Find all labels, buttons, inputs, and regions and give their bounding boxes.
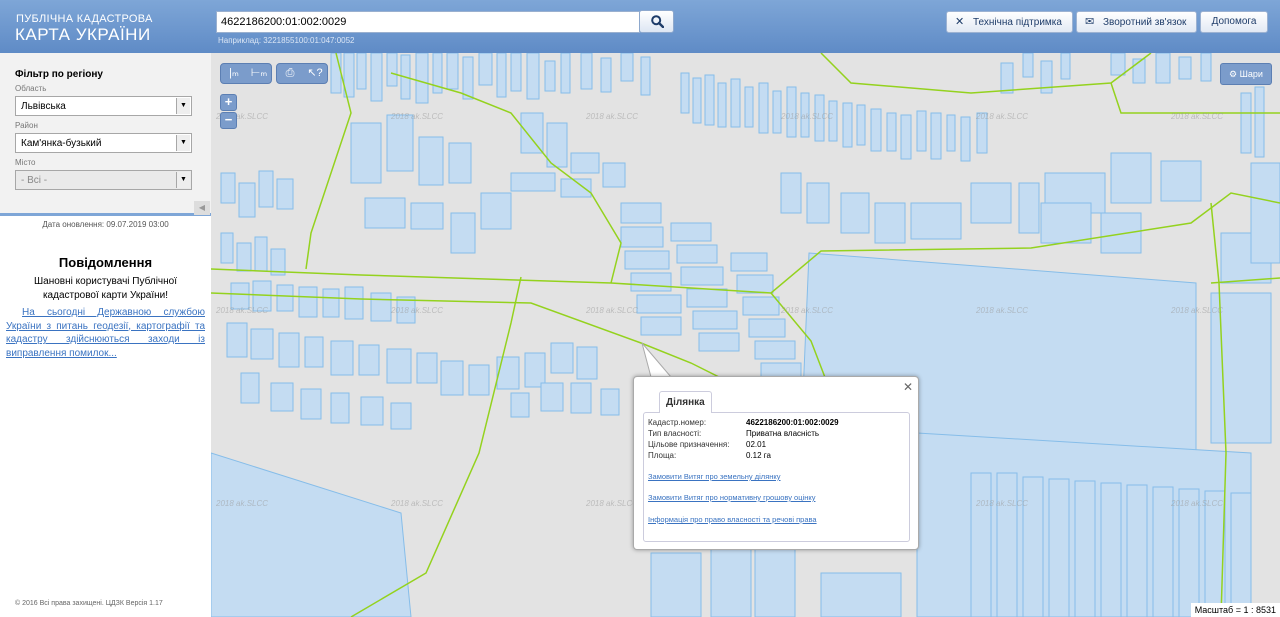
notice-link[interactable]: На сьогодні Державною службою України з …	[6, 306, 205, 360]
logo-line1[interactable]: ПУБЛІЧНА КАДАСТРОВА	[16, 13, 153, 25]
cadastral-number-row: Кадастр.номер: 4622186200:01:002:0029	[648, 418, 839, 427]
region-select[interactable]: Львівська ▼	[15, 96, 192, 116]
chevron-down-icon: ▼	[176, 135, 190, 151]
chevron-down-icon: ▼	[176, 98, 190, 114]
tools-toolbar: ⎙ ↖?	[276, 63, 328, 84]
district-label: Район	[15, 121, 38, 130]
sidebar: Фільтр по регіону Область Львівська ▼ Ра…	[0, 53, 211, 617]
map-watermark: 2018 ak.SLCC	[390, 499, 443, 508]
header: ПУБЛІЧНА КАДАСТРОВА КАРТА УКРАЇНИ Наприк…	[0, 0, 1280, 53]
parcel-info-popup: ✕ Ділянка Кадастр.номер: 4622186200:01:00…	[633, 376, 919, 550]
region-label: Область	[15, 84, 47, 93]
ownership-info-link[interactable]: Інформація про право власності та речові…	[648, 515, 817, 524]
field-value: Приватна власність	[746, 429, 820, 438]
measure-toolbar: |ₘ ⊢ₘ	[220, 63, 272, 84]
city-value: - Всі -	[21, 175, 48, 186]
popup-body: Кадастр.номер: 4622186200:01:002:0029 Тип…	[643, 412, 910, 542]
order-extract-link[interactable]: Замовити Витяг про земельну ділянку	[648, 472, 781, 481]
field-value: 02.01	[746, 440, 767, 449]
scale-indicator: Масштаб = 1 : 8531	[1190, 603, 1280, 617]
map-watermark: 2018 ak.SLCC	[975, 499, 1028, 508]
region-filter-panel: Фільтр по регіону Область Львівська ▼ Ра…	[0, 53, 211, 216]
ownership-type-row: Тип власності: Приватна власність	[648, 429, 819, 438]
tools-icon: ✕	[955, 16, 965, 28]
gear-icon: ⚙	[1229, 69, 1238, 79]
notice-greeting: Шановні користувачі Публічної кадастрово…	[34, 276, 177, 301]
support-button[interactable]: ✕ Технічна підтримка	[946, 11, 1073, 33]
filter-title: Фільтр по регіону	[15, 69, 103, 80]
map-watermark: 2018 ak.SLCC	[975, 112, 1028, 121]
district-value: Кам'янка-бузький	[21, 138, 102, 149]
map-watermark: 2018 ak.SLCC	[975, 306, 1028, 315]
region-value: Львівська	[21, 101, 66, 112]
field-key: Тип власності:	[648, 429, 702, 438]
map-view[interactable]: 2018 ak.SLCC 2018 ak.SLCC 2018 ak.SLCC 2018…	[211, 53, 1280, 617]
map-watermark: 2018 ak.SLCC	[215, 499, 268, 508]
copyright: © 2016 Всі права захищені. ЦДЗК Версія 1…	[15, 600, 163, 607]
measure-area-icon[interactable]: ⊢ₘ	[247, 64, 271, 83]
map-watermark: 2018 ak.SLCC	[585, 499, 638, 508]
tab-parcel[interactable]: Ділянка	[659, 391, 712, 413]
update-date: Дата оновлення: 09.07.2019 03:00	[42, 220, 169, 229]
map-watermark: 2018 ak.SLCC	[780, 306, 833, 315]
field-key: Цільове призначення:	[648, 440, 730, 449]
map-watermark: 2018 ak.SLCC	[215, 306, 268, 315]
feedback-button[interactable]: ✉ Зворотний зв'язок	[1076, 11, 1197, 33]
envelope-icon: ✉	[1085, 16, 1095, 28]
map-watermark: 2018 ak.SLCC	[1170, 499, 1223, 508]
zoom-out-button[interactable]: −	[220, 112, 237, 129]
city-label: Місто	[15, 158, 36, 167]
print-icon[interactable]: ⎙	[278, 64, 302, 83]
field-key: Площа:	[648, 451, 677, 460]
map-watermark: 2018 ak.SLCC	[780, 112, 833, 121]
map-watermark: 2018 ak.SLCC	[1170, 306, 1223, 315]
feedback-label: Зворотний зв'язок	[1103, 17, 1187, 28]
popup-pointer	[641, 342, 673, 378]
area-row: Площа: 0.12 га	[648, 451, 771, 460]
field-value: 0.12 га	[746, 451, 771, 460]
measure-distance-icon[interactable]: |ₘ	[222, 64, 246, 83]
district-select[interactable]: Кам'янка-бузький ▼	[15, 133, 192, 153]
order-valuation-link[interactable]: Замовити Витяг про нормативну грошову оц…	[648, 493, 815, 502]
purpose-row: Цільове призначення: 02.01	[648, 440, 766, 449]
identify-cursor-icon[interactable]: ↖?	[303, 64, 327, 83]
collapse-sidebar-button[interactable]: ◀	[194, 201, 210, 215]
support-label: Технічна підтримка	[973, 17, 1062, 28]
layers-button[interactable]: ⚙ Шари	[1220, 63, 1272, 85]
notice-title: Повідомлення	[58, 255, 153, 270]
cadastral-search-input[interactable]	[216, 11, 640, 33]
map-watermark: 2018 ak.SLCC	[390, 112, 443, 121]
search-hint: Наприклад: 3221855100:01:047:0052	[218, 36, 355, 45]
chevron-down-icon: ▼	[176, 172, 190, 188]
city-select[interactable]: - Всі - ▼	[15, 170, 192, 190]
search-button[interactable]	[639, 10, 674, 33]
map-watermark: 2018 ak.SLCC	[585, 112, 638, 121]
map-watermark: 2018 ak.SLCC	[585, 306, 638, 315]
field-key: Кадастр.номер:	[648, 418, 707, 427]
logo-line2[interactable]: КАРТА УКРАЇНИ	[15, 25, 151, 45]
layers-label: Шари	[1239, 69, 1263, 79]
zoom-in-button[interactable]: +	[220, 94, 237, 111]
field-value: 4622186200:01:002:0029	[746, 418, 839, 427]
search-icon	[651, 15, 664, 28]
close-icon[interactable]: ✕	[903, 380, 913, 394]
help-button[interactable]: Допомога	[1200, 11, 1268, 33]
map-watermark: 2018 ak.SLCC	[390, 306, 443, 315]
map-watermark: 2018 ak.SLCC	[1170, 112, 1223, 121]
